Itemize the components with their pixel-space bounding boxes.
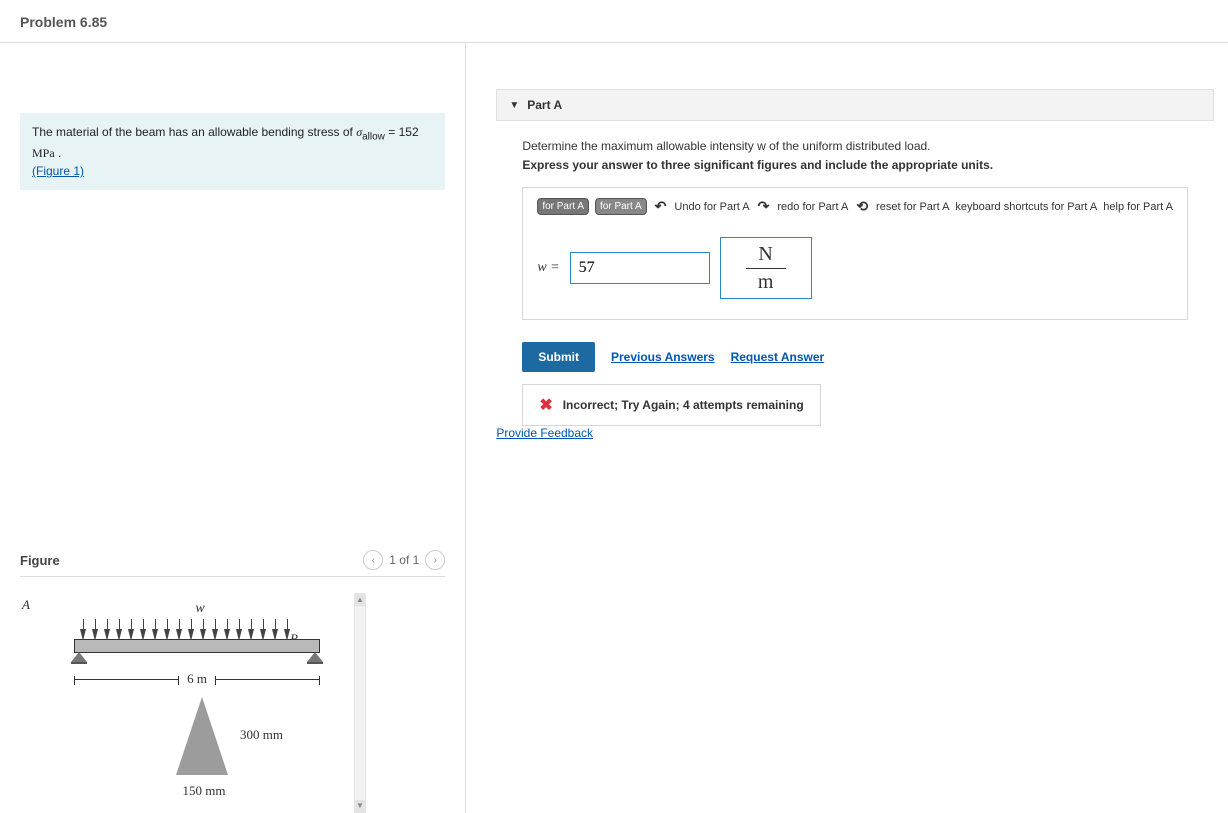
figure-body: w — [20, 593, 445, 813]
right-pane: ▼ Part A Determine the maximum allowable… — [466, 43, 1228, 813]
undo-icon[interactable]: ↶ — [655, 198, 667, 215]
scroll-up-icon[interactable]: ▲ — [355, 594, 365, 606]
collapse-caret-icon: ▼ — [509, 100, 519, 111]
value-input[interactable] — [570, 252, 710, 284]
scroll-down-icon[interactable]: ▼ — [355, 800, 365, 812]
figure-nav: ‹ 1 of 1 › — [363, 550, 445, 570]
help-label[interactable]: help for Part A — [1103, 201, 1173, 213]
triangle-section-icon — [176, 697, 228, 775]
feedback-text: Incorrect; Try Again; 4 attempts remaini… — [563, 398, 804, 412]
stress-unit: MPa — [32, 146, 55, 160]
figure-prev-button[interactable]: ‹ — [363, 550, 383, 570]
span-value: 6 m — [179, 671, 215, 687]
answer-instruction: Express your answer to three significant… — [522, 158, 993, 172]
sigma-subscript: allow — [362, 131, 385, 142]
reset-icon[interactable]: ⟲ — [856, 198, 868, 215]
beam-element — [74, 639, 320, 653]
period: . — [55, 146, 62, 160]
figure-header: Figure ‹ 1 of 1 › — [20, 550, 445, 577]
figure-counter: 1 of 1 — [389, 553, 419, 567]
section-base: 150 mm — [164, 783, 244, 799]
section-height: 300 mm — [240, 727, 283, 743]
provide-feedback-link[interactable]: Provide Feedback — [496, 426, 593, 440]
redo-label: redo for Part A — [777, 201, 848, 213]
figure-title: Figure — [20, 553, 60, 568]
unit-numerator: N — [746, 243, 786, 269]
figure-section: Figure ‹ 1 of 1 › w — [20, 550, 445, 813]
incorrect-icon: ✖ — [539, 395, 552, 415]
roller-support-icon — [307, 652, 323, 664]
answer-toolbar: for Part A for Part A ↶ Undo for Part A … — [537, 198, 1173, 215]
cross-section: 300 mm 150 mm — [170, 697, 310, 799]
request-answer-link[interactable]: Request Answer — [731, 350, 825, 364]
main-layout: The material of the beam has an allowabl… — [0, 43, 1228, 813]
equals-text: = 152 — [388, 125, 418, 139]
question-text: Determine the maximum allowable intensit… — [522, 137, 1188, 156]
intro-text: The material of the beam has an allowabl… — [32, 125, 356, 139]
figure-scrollbar[interactable]: ▲ ▼ — [354, 593, 366, 813]
figure-next-button[interactable]: › — [425, 550, 445, 570]
submit-button[interactable]: Submit — [522, 342, 595, 372]
answer-block: for Part A for Part A ↶ Undo for Part A … — [522, 187, 1188, 320]
pin-support-icon — [71, 652, 87, 664]
redo-icon[interactable]: ↷ — [758, 198, 770, 215]
question-block: Determine the maximum allowable intensit… — [522, 137, 1188, 175]
actions-row: Submit Previous Answers Request Answer — [522, 342, 1188, 372]
previous-answers-link[interactable]: Previous Answers — [611, 350, 715, 364]
templates-button[interactable]: for Part A — [537, 198, 589, 215]
support-label-a: A — [22, 597, 30, 613]
var-name: w = — [537, 260, 559, 276]
problem-title: Problem 6.85 — [0, 0, 1228, 43]
keyboard-shortcuts-label[interactable]: keyboard shortcuts for Part A — [955, 201, 1097, 213]
answer-row: w = N m — [537, 237, 1173, 299]
beam-diagram: w — [20, 593, 340, 813]
load-label: w — [60, 601, 340, 617]
problem-statement: The material of the beam has an allowabl… — [20, 113, 445, 190]
unit-denominator: m — [758, 269, 774, 294]
symbols-button[interactable]: for Part A — [595, 198, 647, 215]
part-a-title: Part A — [527, 98, 562, 112]
span-dimension: 6 m — [74, 671, 320, 687]
part-a-header[interactable]: ▼ Part A — [496, 89, 1214, 121]
units-input[interactable]: N m — [720, 237, 812, 299]
figure-link[interactable]: (Figure 1) — [32, 164, 84, 178]
distributed-load-arrows — [80, 619, 340, 641]
undo-label: Undo for Part A — [674, 201, 749, 213]
left-pane: The material of the beam has an allowabl… — [0, 43, 466, 813]
feedback-message: ✖ Incorrect; Try Again; 4 attempts remai… — [522, 384, 820, 426]
reset-label: reset for Part A — [876, 201, 949, 213]
